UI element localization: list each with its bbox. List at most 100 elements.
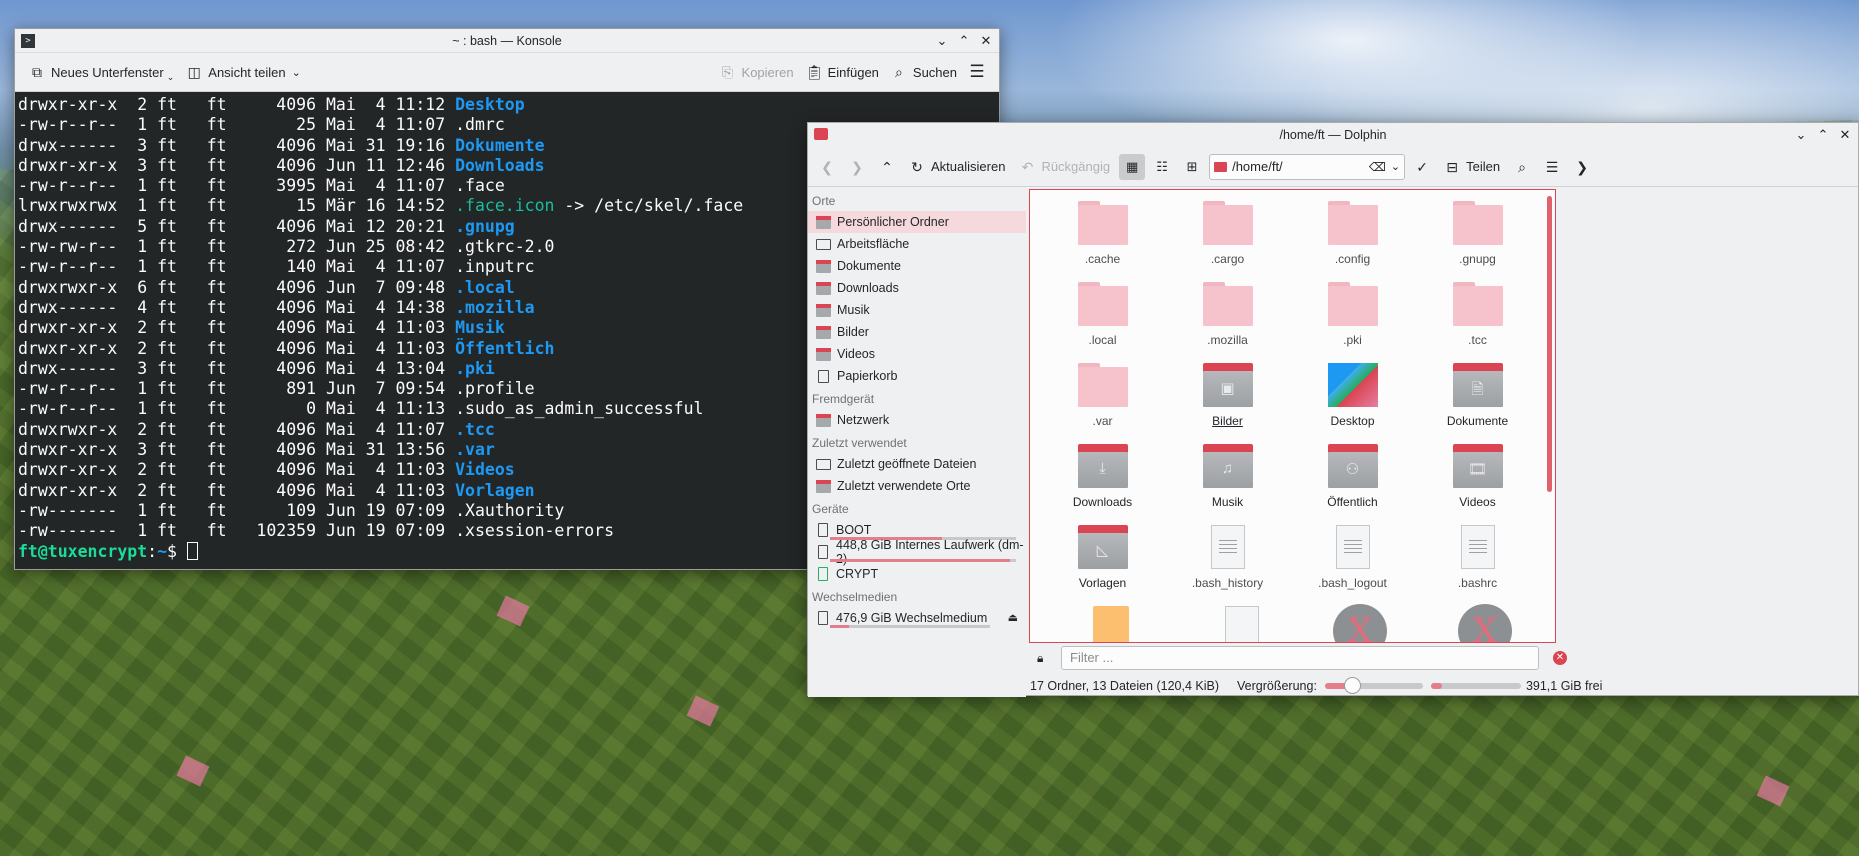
- clear-location-icon[interactable]: ⌫: [1369, 160, 1386, 174]
- place-recent-files[interactable]: Zuletzt geöffnete Dateien: [808, 453, 1026, 475]
- place-documents[interactable]: Dokumente: [808, 255, 1026, 277]
- file-item[interactable]: .var: [1040, 360, 1165, 437]
- place-label: Bilder: [837, 325, 869, 339]
- place-label: 476,9 GiB Wechselmedium: [836, 611, 988, 625]
- video-file-icon[interactable]: [1093, 606, 1129, 642]
- prompt-user-host: ft@tuxencrypt: [18, 541, 148, 561]
- close-button[interactable]: ✕: [1836, 126, 1854, 144]
- file-item[interactable]: ⚇ Öffentlich: [1290, 441, 1415, 518]
- find-button[interactable]: ⌕ Suchen: [885, 60, 963, 84]
- file-name: .inputrc: [455, 257, 535, 277]
- hamburger-menu-button[interactable]: ☰: [1539, 155, 1565, 179]
- x-file-icon[interactable]: X: [1333, 604, 1387, 642]
- place-device-internal[interactable]: 448,8 GiB Internes Laufwerk (dm-2): [808, 538, 1026, 566]
- lock-icon[interactable]: 🔒︎: [1037, 651, 1051, 666]
- eject-icon[interactable]: ⏏: [1008, 611, 1018, 624]
- maximize-button[interactable]: ⌃: [955, 32, 973, 50]
- file-metadata: -rw-r--r-- 1 ft ft 140 Mai 4 11:07: [18, 257, 456, 277]
- hamburger-menu-button[interactable]: ☰: [963, 60, 991, 84]
- filter-input[interactable]: Filter ...: [1061, 646, 1539, 670]
- place-recent-locations[interactable]: Zuletzt verwendete Orte: [808, 475, 1026, 497]
- text-file-icon: [1210, 525, 1245, 569]
- file-name: .var: [455, 440, 495, 460]
- split-view-button[interactable]: ◫ Ansicht teilen ⌄: [180, 60, 307, 84]
- file-item[interactable]: .bash_logout: [1290, 522, 1415, 599]
- new-tab-label: Neues Unterfenster: [51, 64, 164, 80]
- refresh-button[interactable]: ↻ Aktualisieren: [904, 155, 1010, 179]
- file-item-label: Downloads: [1072, 495, 1133, 509]
- place-videos[interactable]: Videos: [808, 343, 1026, 365]
- place-network[interactable]: Netzwerk: [808, 409, 1026, 431]
- file-metadata: drwxr-xr-x 2 ft ft 4096 Mai 4 11:03: [18, 318, 456, 338]
- place-label: BOOT: [836, 523, 872, 537]
- file-item[interactable]: .cargo: [1165, 198, 1290, 275]
- dolphin-titlebar[interactable]: /home/ft — Dolphin ⌄ ⌃ ✕: [808, 123, 1858, 147]
- file-item[interactable]: ◺ Vorlagen: [1040, 522, 1165, 599]
- chevron-down-icon[interactable]: ⌄: [1391, 160, 1400, 173]
- minimize-button[interactable]: ⌄: [1792, 126, 1810, 144]
- file-item[interactable]: .bash_history: [1165, 522, 1290, 599]
- more-toolbar-button[interactable]: ❯: [1569, 155, 1595, 179]
- file-view[interactable]: .cache .cargo .config .gnupg .local .mozilla.…: [1029, 189, 1556, 643]
- zoom-slider-handle[interactable]: [1344, 677, 1362, 694]
- file-metadata: drwxrwxr-x 2 ft ft 4096 Mai 4 11:07: [18, 419, 456, 439]
- place-music[interactable]: Musik: [808, 299, 1026, 321]
- file-item[interactable]: Desktop: [1290, 360, 1415, 437]
- vertical-scrollbar[interactable]: [1547, 196, 1552, 492]
- search-button[interactable]: ⌕: [1509, 155, 1535, 179]
- copy-button[interactable]: ⎘ Kopieren: [714, 60, 800, 84]
- file-item-label: Desktop: [1330, 414, 1375, 428]
- place-downloads[interactable]: Downloads: [808, 277, 1026, 299]
- text-file-icon[interactable]: [1225, 606, 1259, 642]
- forward-button[interactable]: ❯: [844, 155, 870, 179]
- file-item[interactable]: ♫ Musik: [1165, 441, 1290, 518]
- find-label: Suchen: [912, 64, 957, 80]
- icons-view-button[interactable]: ▦: [1119, 153, 1146, 180]
- accept-location-button[interactable]: ✓: [1409, 155, 1435, 179]
- place-trash[interactable]: Papierkorb: [808, 365, 1026, 387]
- file-item[interactable]: .cache: [1040, 198, 1165, 275]
- konsole-titlebar[interactable]: > ~ : bash — Konsole ⌄ ⌃ ✕: [15, 29, 999, 53]
- capacity-bar: [830, 625, 990, 628]
- file-item[interactable]: .tcc: [1415, 279, 1540, 356]
- back-button[interactable]: ❮: [814, 155, 840, 179]
- place-pictures[interactable]: Bilder: [808, 321, 1026, 343]
- file-item[interactable]: .pki: [1290, 279, 1415, 356]
- x-file-icon[interactable]: X: [1458, 604, 1512, 642]
- minimize-button[interactable]: ⌄: [933, 32, 951, 50]
- file-name: .face: [455, 176, 505, 196]
- location-bar[interactable]: /home/ft/ ⌫ ⌄: [1209, 153, 1406, 180]
- file-item[interactable]: .bashrc: [1415, 522, 1540, 599]
- file-item[interactable]: ▣ Bilder: [1165, 360, 1290, 437]
- close-filter-icon[interactable]: ✕: [1553, 651, 1567, 665]
- undo-button[interactable]: ↶ Rückgängig: [1014, 155, 1115, 179]
- paste-button[interactable]: 📋︎ Einfügen: [800, 60, 885, 84]
- file-item[interactable]: 🎞︎ Videos: [1415, 441, 1540, 518]
- file-item-label: .bashrc: [1457, 576, 1498, 590]
- place-desktop[interactable]: Arbeitsfläche: [808, 233, 1026, 255]
- split-view-icon: ◫: [187, 64, 201, 80]
- place-removable[interactable]: 476,9 GiB Wechselmedium ⏏: [808, 607, 1026, 629]
- hamburger-icon: ☰: [1545, 158, 1559, 175]
- zoom-slider[interactable]: [1324, 677, 1423, 694]
- places-section-header: Zuletzt verwendet: [812, 436, 907, 450]
- dolphin-window[interactable]: /home/ft — Dolphin ⌄ ⌃ ✕ ❮ ❯ ⌃ ↻ Aktuali…: [807, 122, 1859, 697]
- file-item-label: Öffentlich: [1327, 495, 1378, 509]
- place-label: Musik: [837, 303, 870, 317]
- file-item[interactable]: 🗎︎ Dokumente: [1415, 360, 1540, 437]
- details-view-button[interactable]: ⊞: [1179, 154, 1205, 180]
- file-item[interactable]: .config: [1290, 198, 1415, 275]
- new-tab-button[interactable]: ⧉ Neues Unterfenster ⌄: [23, 58, 180, 87]
- compact-view-button[interactable]: ☷: [1149, 154, 1175, 180]
- file-item-label: .cargo: [1210, 252, 1245, 266]
- file-item[interactable]: .mozilla: [1165, 279, 1290, 356]
- file-item[interactable]: .gnupg: [1415, 198, 1540, 275]
- maximize-button[interactable]: ⌃: [1814, 126, 1832, 144]
- file-item[interactable]: ⤓ Downloads: [1040, 441, 1165, 518]
- close-button[interactable]: ✕: [977, 32, 995, 50]
- up-button[interactable]: ⌃: [874, 155, 900, 179]
- place-device-crypt[interactable]: CRYPT: [808, 563, 1026, 585]
- share-button[interactable]: ⊟ Teilen: [1439, 155, 1505, 179]
- file-item[interactable]: .local: [1040, 279, 1165, 356]
- place-home[interactable]: Persönlicher Ordner: [808, 211, 1026, 233]
